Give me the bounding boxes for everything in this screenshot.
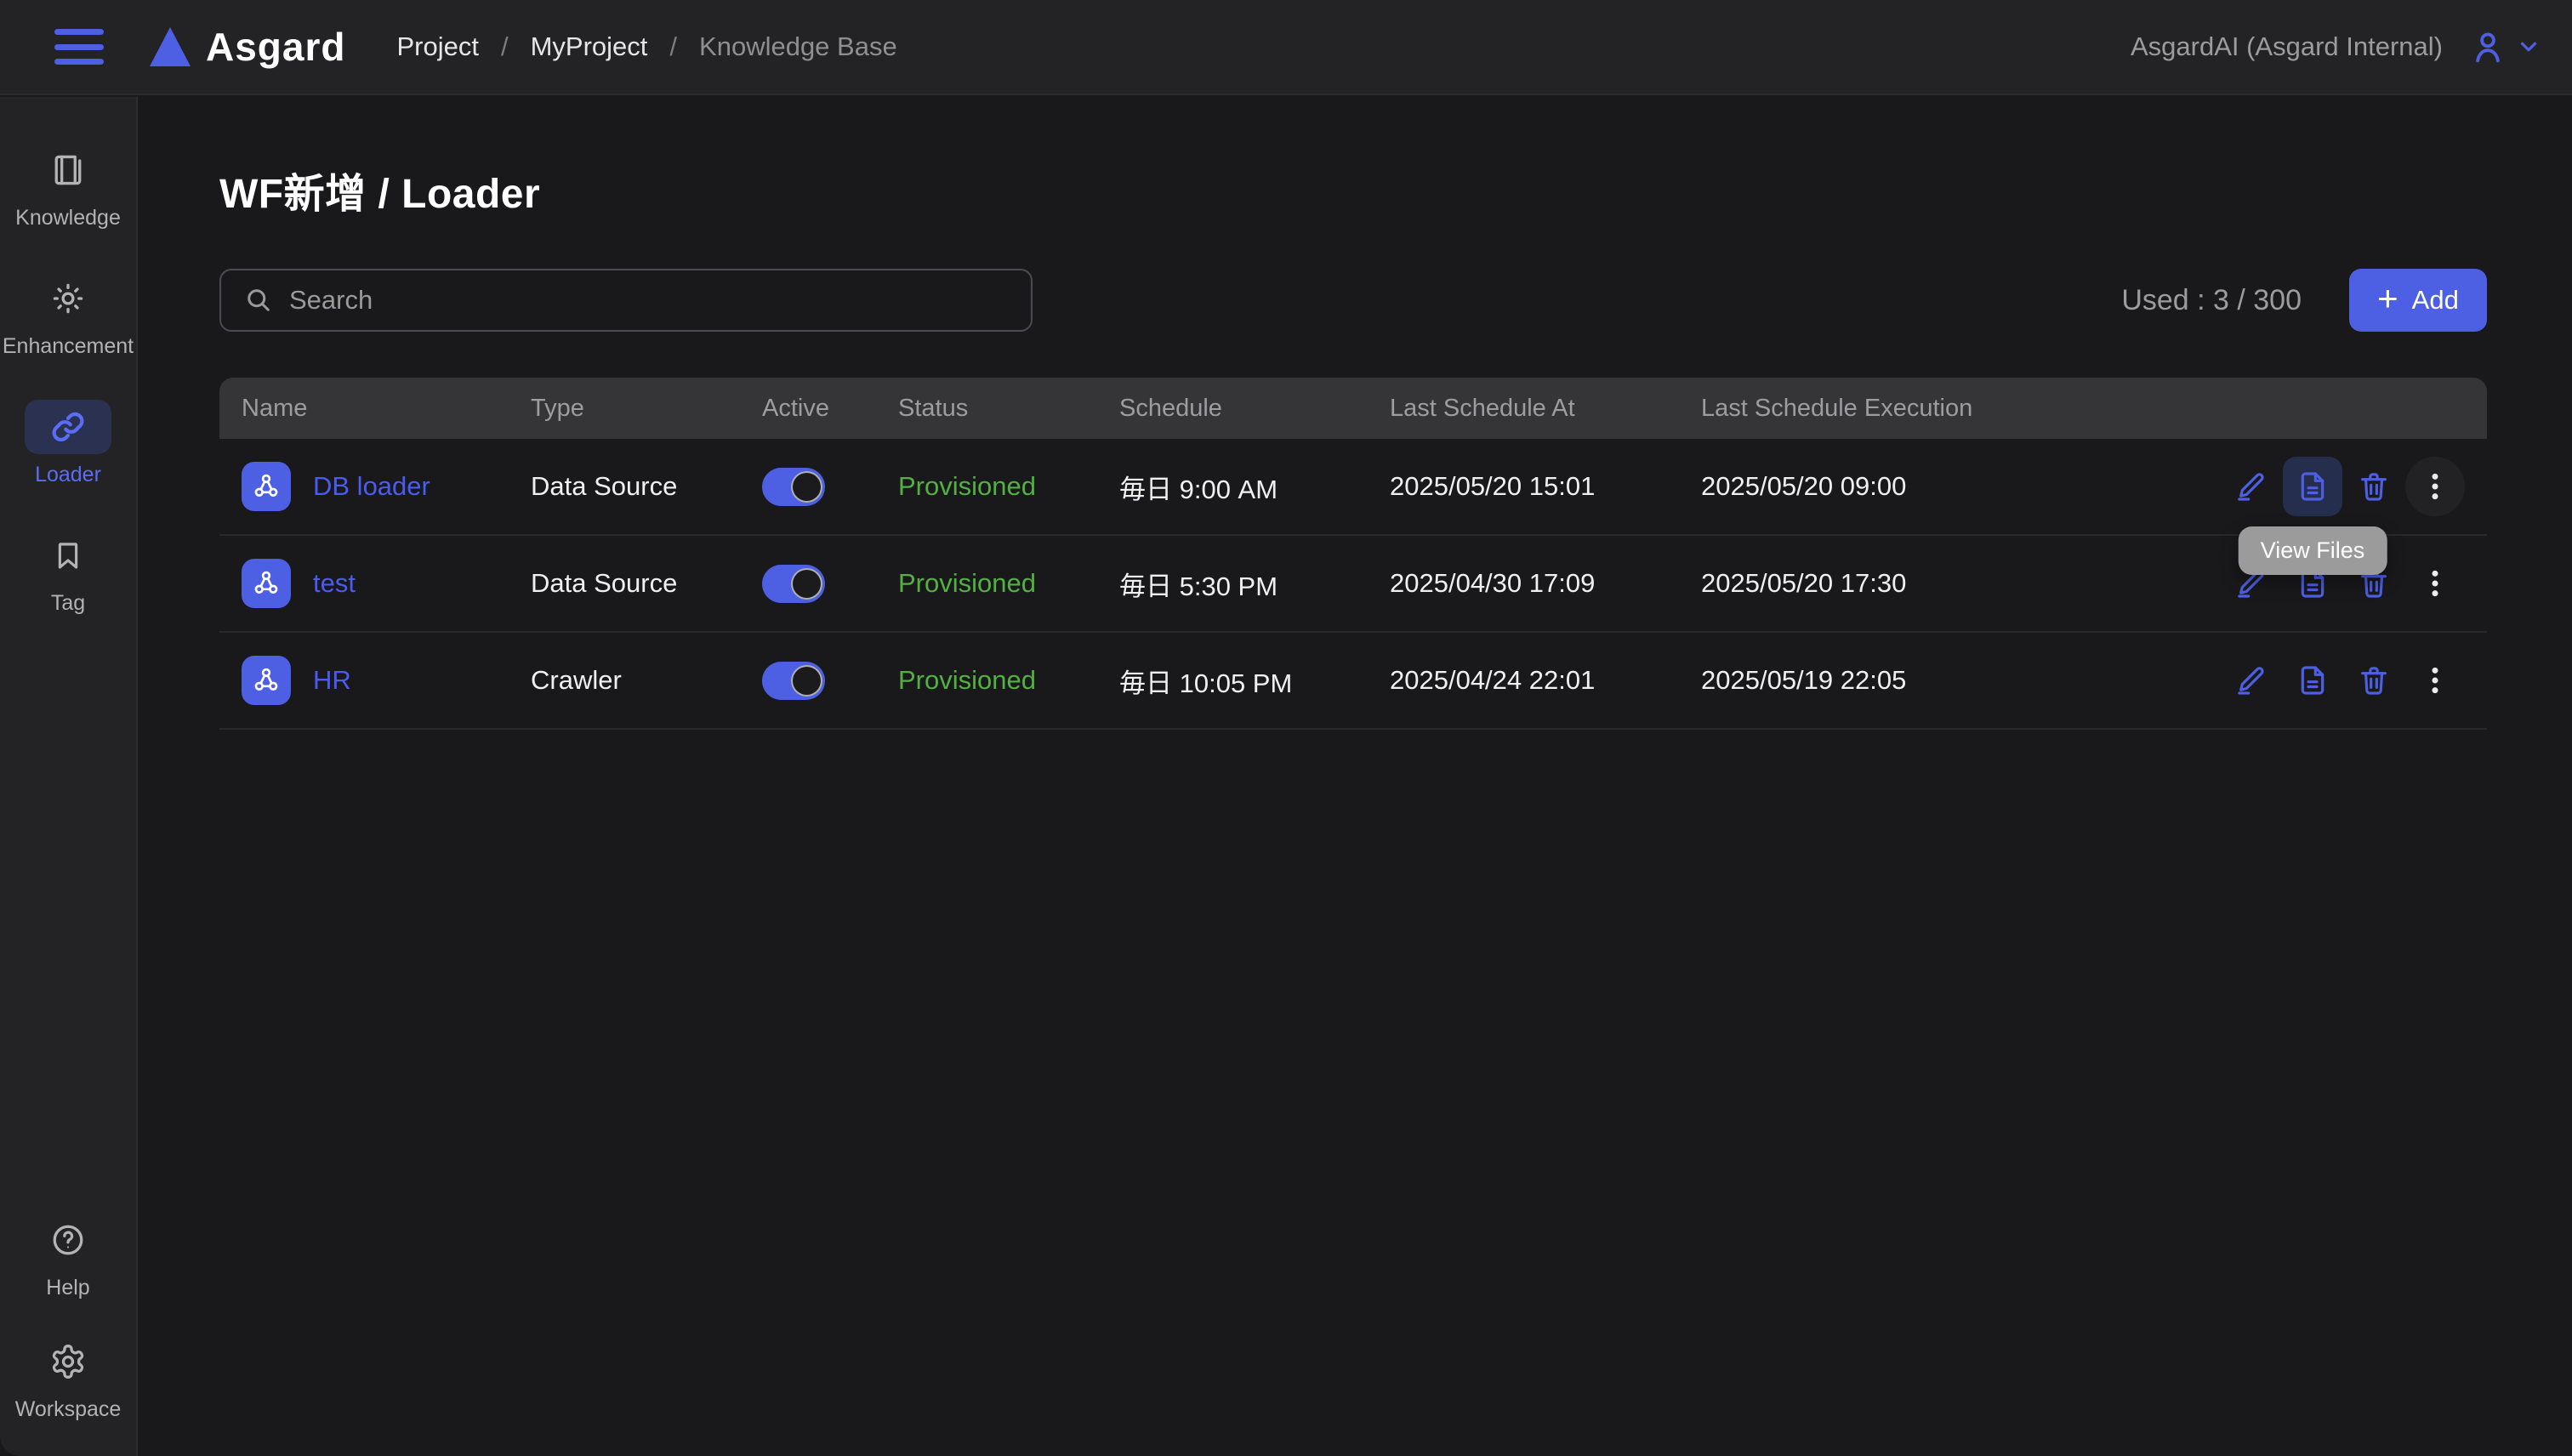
row-name-link[interactable]: test [313,568,356,599]
breadcrumb-myproject[interactable]: MyProject [531,31,648,62]
edit-button[interactable] [2222,651,2281,710]
row-type: Crawler [531,665,762,696]
column-name: Name [242,395,531,423]
sidebar-item-label: Loader [35,463,101,487]
chevron-down-icon [2516,34,2541,60]
page-title: WF新增 / Loader [219,160,2487,219]
loader-table: Name Type Active Status Schedule Last Sc… [219,378,2487,730]
asgard-logo-icon [150,27,191,66]
help-circle-icon [49,1221,87,1259]
view-files-button[interactable] [2283,651,2342,710]
row-status: Provisioned [898,568,1119,599]
column-schedule: Schedule [1119,395,1390,423]
account-label: AsgardAI (Asgard Internal) [2131,31,2443,62]
sidebar-item-label: Tag [51,591,85,616]
row-schedule: 毎日 5:30 PM [1119,565,1390,603]
row-schedule: 毎日 9:00 AM [1119,468,1390,506]
sidebar-item-label: Enhancement [3,334,134,359]
search-input[interactable] [289,285,1009,316]
row-status: Provisioned [898,471,1119,502]
breadcrumb-knowledge-base: Knowledge Base [699,31,897,62]
loader-type-icon [242,462,291,511]
active-toggle[interactable] [762,662,825,700]
user-icon [2468,27,2507,66]
sidebar-item-workspace[interactable]: Workspace [0,1334,136,1422]
breadcrumb-separator: / [501,31,509,62]
sidebar-item-label: Help [46,1276,89,1300]
active-toggle[interactable] [762,468,825,506]
sidebar-item-knowledge[interactable]: Knowledge [0,143,136,230]
plus-icon: + [2377,281,2398,316]
book-icon [49,151,87,189]
row-schedule: 毎日 10:05 PM [1119,662,1390,700]
more-options-button[interactable] [2405,651,2465,710]
breadcrumb-project[interactable]: Project [396,31,478,62]
column-last-schedule-execution: Last Schedule Execution [1701,395,2143,423]
topbar: Asgard Project / MyProject / Knowledge B… [0,0,2572,95]
row-last-schedule-execution: 2025/05/19 22:05 [1701,665,2143,696]
brand-title[interactable]: Asgard [206,24,345,70]
sidebar-item-label: Workspace [15,1397,122,1422]
column-last-schedule-at: Last Schedule At [1390,395,1701,423]
active-toggle[interactable] [762,565,825,603]
sidebar-item-help[interactable]: Help [0,1213,136,1300]
main-content: WF新增 / Loader Used : 3 / 300 + Add Name … [139,97,2572,1456]
row-name-link[interactable]: HR [313,665,351,696]
table-row: DB loader Data Source Provisioned 毎日 9:0… [219,439,2487,536]
view-files-button[interactable]: View Files [2283,457,2342,516]
menu-icon[interactable] [54,29,104,65]
usage-counter: Used : 3 / 300 [2121,284,2302,317]
column-status: Status [898,395,1119,423]
sidebar: Knowledge Enhancement Loader Tag [0,97,138,1456]
gear-icon [49,1343,87,1380]
column-active: Active [762,395,898,423]
row-name-link[interactable]: DB loader [313,471,430,502]
bookmark-icon [50,537,86,573]
edit-button[interactable] [2222,457,2281,516]
more-options-button[interactable] [2405,457,2465,516]
row-last-schedule-execution: 2025/05/20 17:30 [1701,568,2143,599]
sidebar-item-label: Knowledge [15,206,121,230]
table-row: HR Crawler Provisioned 毎日 10:05 PM 2025/… [219,633,2487,730]
row-last-schedule-at: 2025/04/24 22:01 [1390,665,1701,696]
delete-button[interactable] [2344,651,2404,710]
search-icon [243,285,274,316]
sidebar-item-tag[interactable]: Tag [0,528,136,616]
add-button[interactable]: + Add [2349,269,2487,332]
loader-type-icon [242,656,291,705]
breadcrumb: Project / MyProject / Knowledge Base [396,31,896,62]
account-menu[interactable]: AsgardAI (Asgard Internal) [2131,27,2541,66]
link-icon [48,407,88,446]
breadcrumb-separator: / [669,31,677,62]
view-files-tooltip: View Files [2239,526,2387,575]
more-options-button[interactable] [2405,554,2465,613]
row-last-schedule-at: 2025/05/20 15:01 [1390,471,1701,502]
row-type: Data Source [531,471,762,502]
table-row: test Data Source Provisioned 毎日 5:30 PM … [219,536,2487,633]
row-last-schedule-at: 2025/04/30 17:09 [1390,568,1701,599]
search-box [219,269,1033,332]
row-type: Data Source [531,568,762,599]
sidebar-item-loader[interactable]: Loader [0,400,136,487]
row-status: Provisioned [898,665,1119,696]
row-last-schedule-execution: 2025/05/20 09:00 [1701,471,2143,502]
sidebar-item-enhancement[interactable]: Enhancement [0,271,136,359]
table-header: Name Type Active Status Schedule Last Sc… [219,378,2487,439]
column-type: Type [531,395,762,423]
loader-type-icon [242,559,291,608]
delete-button[interactable] [2344,457,2404,516]
sparkle-icon [49,280,87,317]
